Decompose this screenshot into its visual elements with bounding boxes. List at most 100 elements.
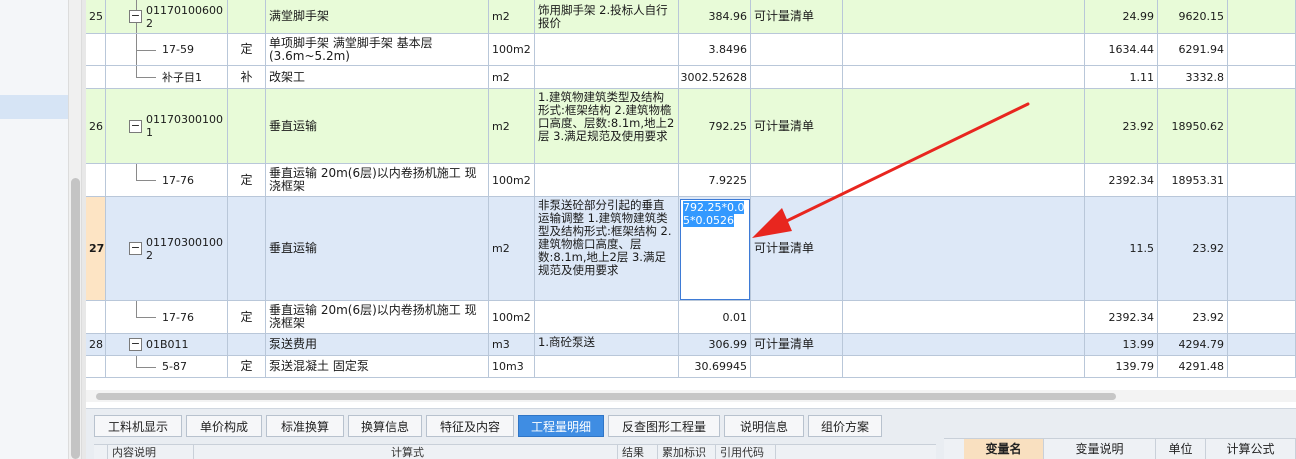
table-row[interactable]: 25 − 01170100600 2 满堂脚手架 m2 饰用脚手架 2.投标人自… (86, 0, 1296, 34)
unit-cell[interactable]: 100m2 (489, 301, 535, 334)
table-row[interactable]: 26 − 01170300100 1 垂直运输 m2 1.建筑物建筑类型及结构形… (86, 89, 1296, 164)
feature-cell[interactable] (535, 356, 679, 378)
table-row[interactable]: 17-59 定 单项脚手架 满堂脚手架 基本层(3.6m~5.2m) 100m2… (86, 34, 1296, 66)
table-row[interactable]: 28 − 01B011 泵送费用 m3 1.商砼泵送 306.99 可计量清单 … (86, 334, 1296, 356)
collapse-icon[interactable]: − (129, 120, 142, 133)
item-name[interactable]: 单项脚手架 满堂脚手架 基本层(3.6m~5.2m) (266, 34, 489, 66)
item-code-cell[interactable]: 补子目1 (106, 66, 228, 89)
item-code-cell[interactable]: − 01B011 (106, 334, 228, 356)
editor-selected-text-line1[interactable]: 792.25*0.0 (683, 201, 745, 214)
item-code-cell[interactable]: 5-87 (106, 356, 228, 378)
item-name[interactable]: 泵送混凝土 固定泵 (266, 356, 489, 378)
header-variable-desc[interactable]: 变量说明 (1044, 439, 1156, 459)
header-variable-unit[interactable]: 单位 (1156, 439, 1206, 459)
header-result[interactable]: 结果 (618, 445, 658, 459)
feature-cell[interactable] (535, 34, 679, 66)
quantity-cell[interactable]: 384.96 (679, 0, 751, 34)
bill-grid: 25 − 01170100600 2 满堂脚手架 m2 饰用脚手架 2.投标人自… (86, 0, 1296, 380)
unit-cell[interactable]: m3 (489, 334, 535, 356)
feature-cell[interactable] (535, 164, 679, 197)
rule-cell[interactable]: 可计量清单 (751, 0, 843, 34)
feature-cell[interactable]: 饰用脚手架 2.投标人自行报价 (535, 0, 679, 34)
tab-unit-price[interactable]: 单价构成 (186, 415, 262, 437)
table-row[interactable]: 17-76 定 垂直运输 20m(6层)以内卷扬机施工 现浇框架 100m2 7… (86, 164, 1296, 197)
item-code: 01170300100 1 (146, 113, 223, 139)
quantity-cell[interactable]: 0.01 (679, 301, 751, 334)
table-row[interactable]: 补子目1 补 改架工 m2 3002.52628 1.11 3332.8 (86, 66, 1296, 89)
rule-cell[interactable]: 可计量清单 (751, 334, 843, 356)
header-reference-code[interactable]: 引用代码 (716, 445, 776, 459)
item-code: 补子目1 (162, 70, 202, 84)
feature-cell[interactable] (535, 301, 679, 334)
item-name[interactable]: 改架工 (266, 66, 489, 89)
collapse-icon[interactable]: − (129, 338, 142, 351)
quantity-cell[interactable]: 792.25 (679, 89, 751, 164)
unit-cell[interactable]: 100m2 (489, 164, 535, 197)
vertical-scrollbar[interactable] (68, 0, 82, 459)
unit-cell[interactable]: m2 (489, 66, 535, 89)
item-name[interactable]: 垂直运输 20m(6层)以内卷扬机施工 现浇框架 (266, 164, 489, 197)
quantity-expression-editor[interactable]: 792.25*0.0 5*0.0526 (680, 199, 750, 300)
header-formula[interactable]: 计算式 (194, 445, 618, 459)
collapse-icon[interactable]: − (129, 242, 142, 255)
item-code-cell[interactable]: 17-76 (106, 301, 228, 334)
item-code-cell[interactable]: − 01170300100 2 (106, 197, 228, 301)
total-cell: 4294.79 (1158, 334, 1228, 356)
rule-cell[interactable] (751, 356, 843, 378)
rule-cell[interactable] (751, 301, 843, 334)
left-panel-selected-item[interactable] (0, 95, 68, 119)
quantity-cell[interactable]: 306.99 (679, 334, 751, 356)
unit-cell[interactable]: m2 (489, 0, 535, 34)
header-variable-formula[interactable]: 计算公式 (1206, 439, 1296, 459)
blank-cell (843, 334, 1085, 356)
feature-cell[interactable]: 1.建筑物建筑类型及结构形式:框架结构 2.建筑物檐口高度、层数:8.1m,地上… (535, 89, 679, 164)
item-code: 17-76 (162, 310, 194, 324)
feature-cell[interactable] (535, 66, 679, 89)
quantity-cell[interactable]: 3.8496 (679, 34, 751, 66)
rule-cell[interactable] (751, 66, 843, 89)
unit-cell[interactable]: 10m3 (489, 356, 535, 378)
item-code-cell[interactable]: − 01170300100 1 (106, 89, 228, 164)
item-code-cell[interactable]: 17-59 (106, 34, 228, 66)
blank-cell (843, 66, 1085, 89)
unit-cell[interactable]: m2 (489, 89, 535, 164)
quantity-cell[interactable]: 7.9225 (679, 164, 751, 197)
extra-cell (1228, 301, 1296, 334)
item-name[interactable]: 泵送费用 (266, 334, 489, 356)
tab-description[interactable]: 说明信息 (724, 415, 804, 437)
item-code-cell[interactable]: − 01170100600 2 (106, 0, 228, 34)
extra-cell (1228, 356, 1296, 378)
rule-cell[interactable]: 可计量清单 (751, 89, 843, 164)
rule-cell[interactable] (751, 34, 843, 66)
horizontal-scrollbar-thumb[interactable] (96, 393, 1116, 400)
editor-selected-text-line2[interactable]: 5*0.0526 (683, 214, 734, 227)
tab-pricing-plan[interactable]: 组价方案 (808, 415, 882, 437)
tab-quantity-details[interactable]: 工程量明细 (518, 415, 604, 437)
header-variable-name[interactable]: 变量名 (964, 439, 1044, 459)
quantity-cell[interactable]: 30.69945 (679, 356, 751, 378)
item-name[interactable]: 垂直运输 (266, 197, 489, 301)
item-code-cell[interactable]: 17-76 (106, 164, 228, 197)
tab-reverse-graphic-quantity[interactable]: 反查图形工程量 (608, 415, 720, 437)
header-content-desc[interactable]: 内容说明 (108, 445, 194, 459)
tab-labor-material[interactable]: 工料机显示 (94, 415, 182, 437)
unit-cell[interactable]: m2 (489, 197, 535, 301)
feature-cell[interactable]: 非泵送砼部分引起的垂直运输调整 1.建筑物建筑类型及结构形式:框架结构 2.建筑… (535, 197, 679, 301)
item-name[interactable]: 垂直运输 20m(6层)以内卷扬机施工 现浇框架 (266, 301, 489, 334)
rule-cell[interactable] (751, 164, 843, 197)
quantity-cell[interactable]: 3002.52628 (679, 66, 751, 89)
item-name[interactable]: 垂直运输 (266, 89, 489, 164)
rule-cell[interactable]: 可计量清单 (751, 197, 843, 301)
table-row[interactable]: 17-76 定 垂直运输 20m(6层)以内卷扬机施工 现浇框架 100m2 0… (86, 301, 1296, 334)
vertical-scrollbar-thumb[interactable] (71, 178, 80, 459)
item-name[interactable]: 满堂脚手架 (266, 0, 489, 34)
tab-features-content[interactable]: 特征及内容 (426, 415, 514, 437)
header-accumulate-flag[interactable]: 累加标识 (658, 445, 716, 459)
feature-cell[interactable]: 1.商砼泵送 (535, 334, 679, 356)
unit-cell[interactable]: 100m2 (489, 34, 535, 66)
collapse-icon[interactable]: − (129, 10, 142, 23)
table-row[interactable]: 5-87 定 泵送混凝土 固定泵 10m3 30.69945 139.79 42… (86, 356, 1296, 378)
horizontal-scrollbar[interactable] (86, 390, 1296, 402)
tab-conversion-info[interactable]: 换算信息 (348, 415, 422, 437)
tab-standard-conversion[interactable]: 标准换算 (266, 415, 344, 437)
